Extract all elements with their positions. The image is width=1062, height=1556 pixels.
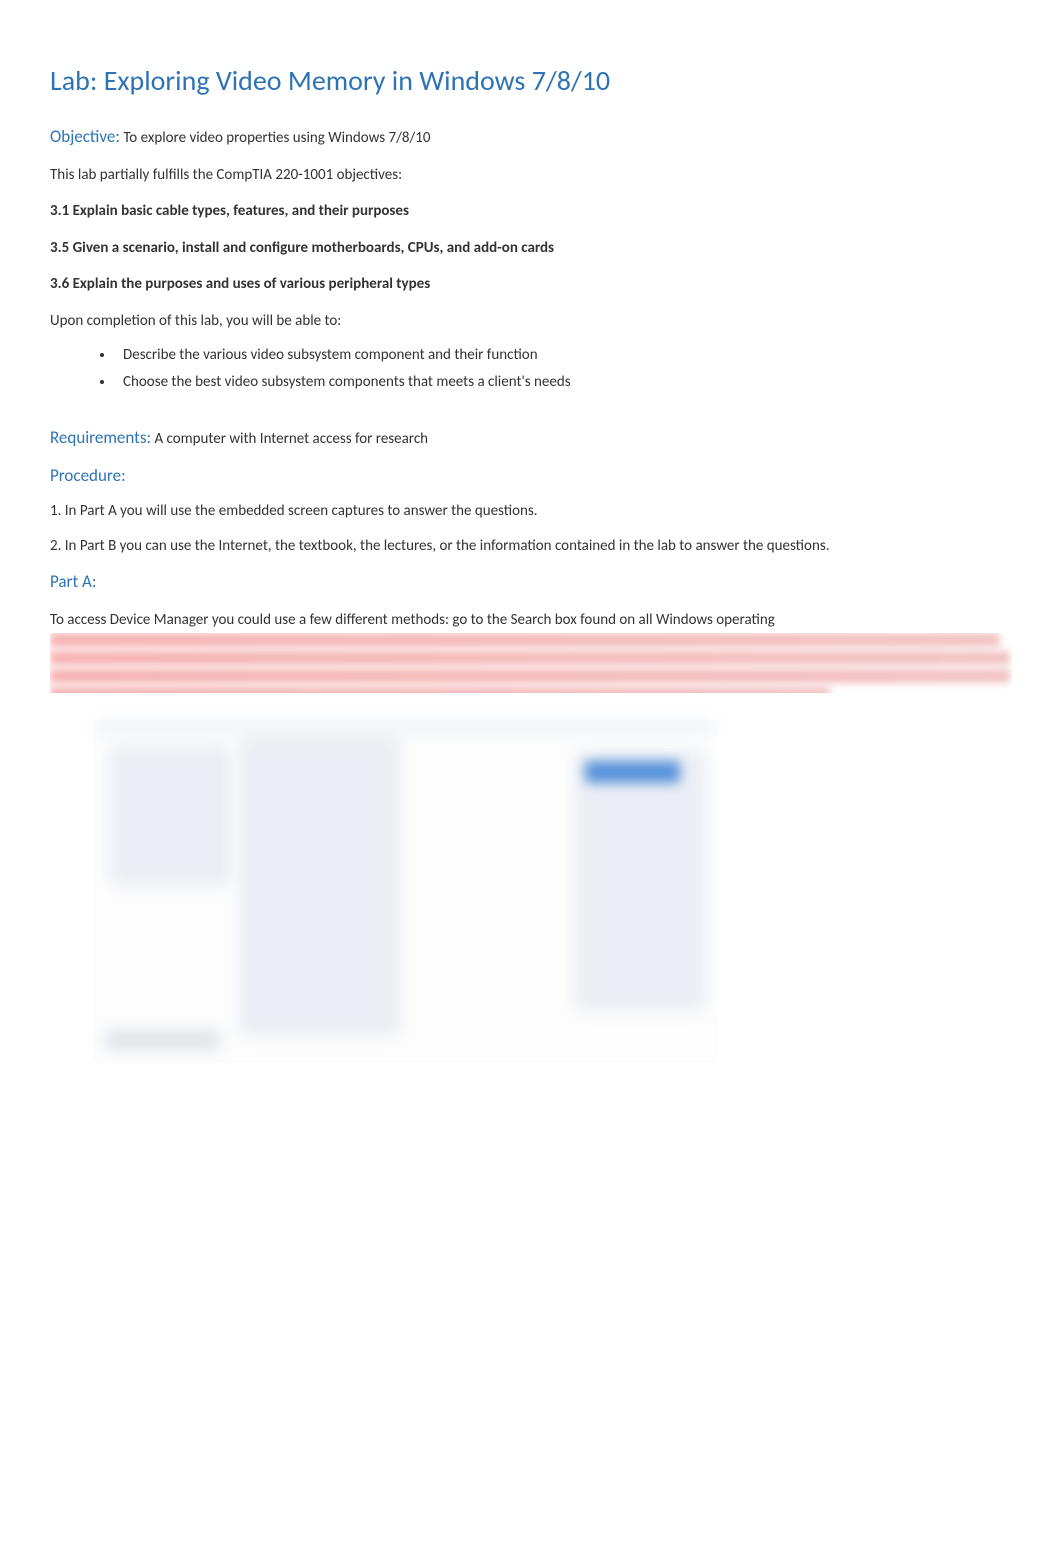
part-a-text: To access Device Manager you could use a… [50,609,1012,632]
completion-bullets: Describe the various video subsystem com… [115,344,1012,393]
intro-paragraph: This lab partially fulfills the CompTIA … [50,164,1012,187]
procedure-step-1: 1. In Part A you will use the embedded s… [50,500,1012,523]
objective-item-2: 3.5 Given a scenario, install and config… [50,237,1012,260]
page-title: Lab: Exploring Video Memory in Windows 7… [50,60,1012,102]
part-a-heading: Part A: [50,569,1012,595]
objective-item-1: 3.1 Explain basic cable types, features,… [50,200,1012,223]
procedure-heading: Procedure: [50,463,1012,489]
list-item: Choose the best video subsystem componen… [115,371,1012,394]
redacted-screenshot [95,721,715,1061]
procedure-step-2: 2. In Part B you can use the Internet, t… [50,535,1012,558]
requirements-heading: Requirements: [50,427,151,448]
objective-row: Objective: To explore video properties u… [50,124,1012,150]
requirements-text: A computer with Internet access for rese… [154,430,428,448]
objective-item-3: 3.6 Explain the purposes and uses of var… [50,273,1012,296]
completion-intro: Upon completion of this lab, you will be… [50,310,1012,333]
objective-text: To explore video properties using Window… [123,129,430,147]
objective-heading: Objective: [50,126,120,147]
list-item: Describe the various video subsystem com… [115,344,1012,367]
requirements-row: Requirements: A computer with Internet a… [50,425,1012,451]
redacted-text-block [50,633,1012,693]
